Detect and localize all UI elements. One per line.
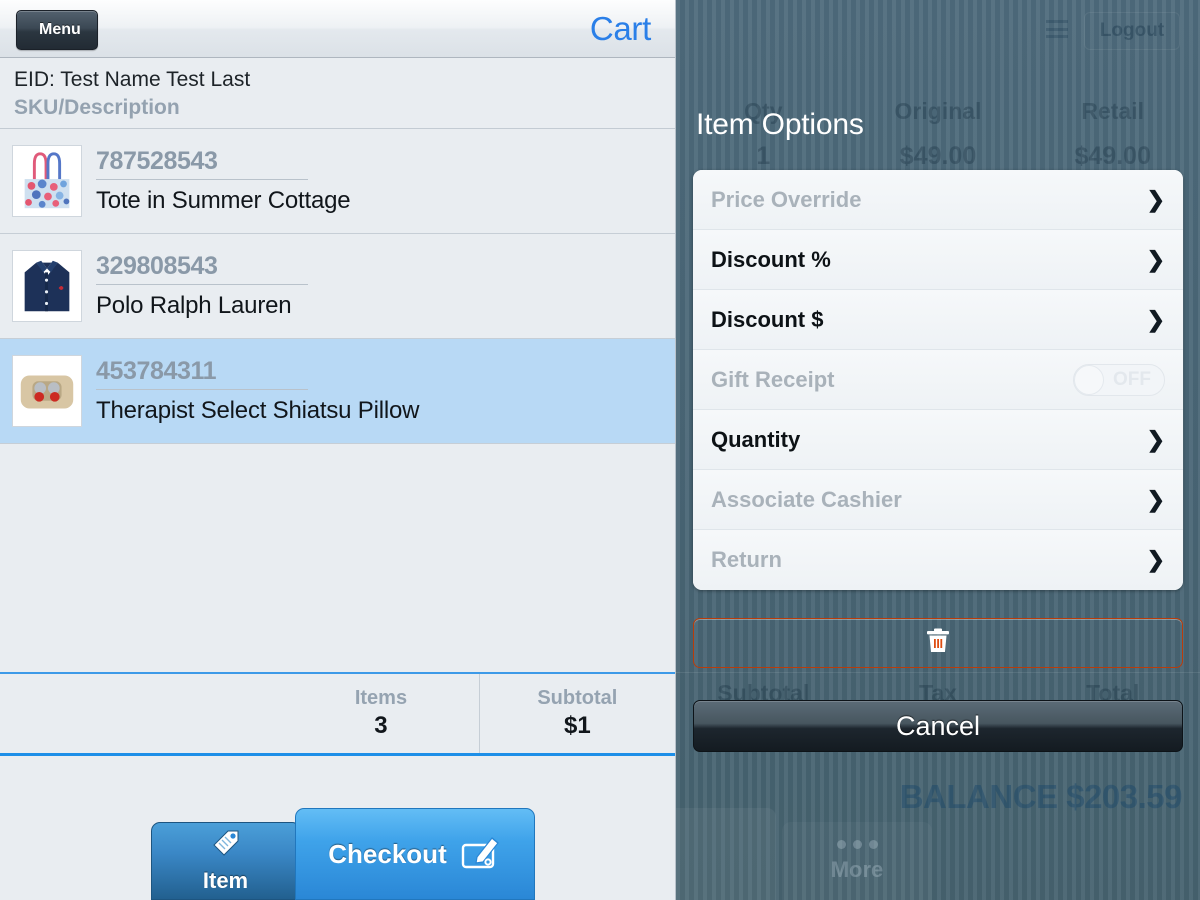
page-title: Cart (589, 9, 651, 47)
option-associate-cashier[interactable]: Associate Cashier ❯ (693, 470, 1183, 530)
item-text: 329808543 Polo Ralph Lauren (96, 252, 663, 320)
items-value: 3 (374, 712, 388, 739)
option-label: Return (711, 547, 782, 572)
option-label: Gift Receipt (711, 366, 835, 392)
logout-button[interactable]: Logout (1084, 12, 1180, 50)
delete-item-button[interactable] (693, 618, 1183, 668)
option-gift-receipt[interactable]: Gift Receipt OFF (693, 350, 1183, 410)
option-label: Quantity (711, 426, 801, 452)
col-original: Original (894, 98, 982, 124)
chevron-right-icon: ❯ (1146, 186, 1165, 212)
items-total-cell: Items 3 (283, 674, 480, 753)
toggle-knob (1074, 364, 1104, 395)
toolbar-partial-button[interactable] (676, 808, 776, 900)
price-tag-icon (211, 828, 241, 864)
subtotal-label: Subtotal (537, 687, 618, 709)
option-discount-dollar[interactable]: Discount $ ❯ (693, 290, 1183, 350)
item-description: Tote in Summer Cottage (96, 187, 351, 214)
val-original: $49.00 (899, 142, 977, 170)
toggle-state-label: OFF (1113, 368, 1151, 390)
pos-cart-screen: Logout Qty Original Retail 1 $49.00 $49.… (0, 0, 1200, 900)
bottom-toolbar: Item Checkout (0, 790, 675, 900)
item-sku: 329808543 (96, 252, 308, 285)
val-retail: $49.00 (1074, 142, 1151, 170)
item-text: 787528543 Tote in Summer Cottage (96, 147, 663, 215)
table-row[interactable]: 787528543 Tote in Summer Cottage (0, 129, 675, 234)
checkout-button-label: Checkout (328, 838, 447, 869)
totals-bar: Items 3 Subtotal $1 (0, 672, 675, 756)
totals-spacer (0, 674, 283, 753)
polo-shirt-thumbnail (12, 250, 82, 322)
option-quantity[interactable]: Quantity ❯ (693, 410, 1183, 470)
option-price-override[interactable]: Price Override ❯ (693, 170, 1183, 230)
more-label: More (830, 856, 884, 882)
balance-display: BALANCE $203.59 (899, 778, 1183, 815)
chevron-right-icon: ❯ (1146, 547, 1165, 572)
cart-header: Menu Cart (0, 0, 675, 58)
gift-receipt-toggle[interactable]: OFF (1073, 363, 1165, 396)
items-label: Items (354, 687, 408, 709)
subtotal-value: $1 (563, 712, 591, 739)
list-column-header: SKU/Description (14, 96, 180, 119)
option-label: Associate Cashier (711, 486, 902, 512)
item-description: Therapist Select Shiatsu Pillow (96, 397, 420, 424)
checkout-button[interactable]: Checkout (294, 808, 535, 900)
detail-row-values: 1 $49.00 $49.00 (676, 142, 1200, 171)
chevron-right-icon: ❯ (1146, 426, 1165, 452)
cancel-button[interactable]: Cancel (693, 700, 1183, 752)
tote-bag-thumbnail (12, 145, 82, 217)
menu-button[interactable]: Menu (16, 10, 98, 50)
col-retail: Retail (1081, 98, 1144, 124)
modal-title: Item Options (696, 108, 864, 141)
table-row[interactable]: 453784311 Therapist Select Shiatsu Pillo… (0, 339, 675, 444)
item-options-list: Price Override ❯ Discount % ❯ Discount $… (693, 170, 1183, 590)
trash-icon (925, 627, 951, 660)
signature-pad-icon (459, 831, 501, 878)
item-text: 453784311 Therapist Select Shiatsu Pillo… (96, 357, 663, 425)
option-label: Discount % (711, 246, 831, 272)
chevron-right-icon: ❯ (1146, 306, 1165, 332)
cart-subheader: EID: Test Name Test Last SKU/Description (0, 58, 675, 129)
subtotal-cell: Subtotal $1 (480, 674, 675, 753)
chevron-right-icon: ❯ (1146, 486, 1165, 512)
table-row[interactable]: 329808543 Polo Ralph Lauren (0, 234, 675, 339)
option-discount-percent[interactable]: Discount % ❯ (693, 230, 1183, 290)
option-return[interactable]: Return ❯ (693, 530, 1183, 590)
ellipsis-icon (836, 839, 878, 849)
hamburger-icon (1046, 20, 1068, 38)
item-sku: 787528543 (96, 147, 308, 180)
item-button-label: Item (202, 868, 249, 893)
option-label: Discount $ (711, 306, 824, 332)
customer-eid: EID: Test Name Test Last (14, 68, 251, 91)
more-button[interactable]: More (782, 822, 932, 900)
item-button[interactable]: Item (150, 822, 301, 900)
option-label: Price Override (711, 186, 862, 212)
item-sku: 453784311 (96, 357, 308, 390)
cart-panel: Menu Cart EID: Test Name Test Last SKU/D… (0, 0, 676, 900)
chevron-right-icon: ❯ (1146, 246, 1165, 272)
val-qty: 1 (756, 142, 771, 170)
shiatsu-pillow-thumbnail (12, 355, 82, 427)
item-description: Polo Ralph Lauren (96, 292, 292, 319)
